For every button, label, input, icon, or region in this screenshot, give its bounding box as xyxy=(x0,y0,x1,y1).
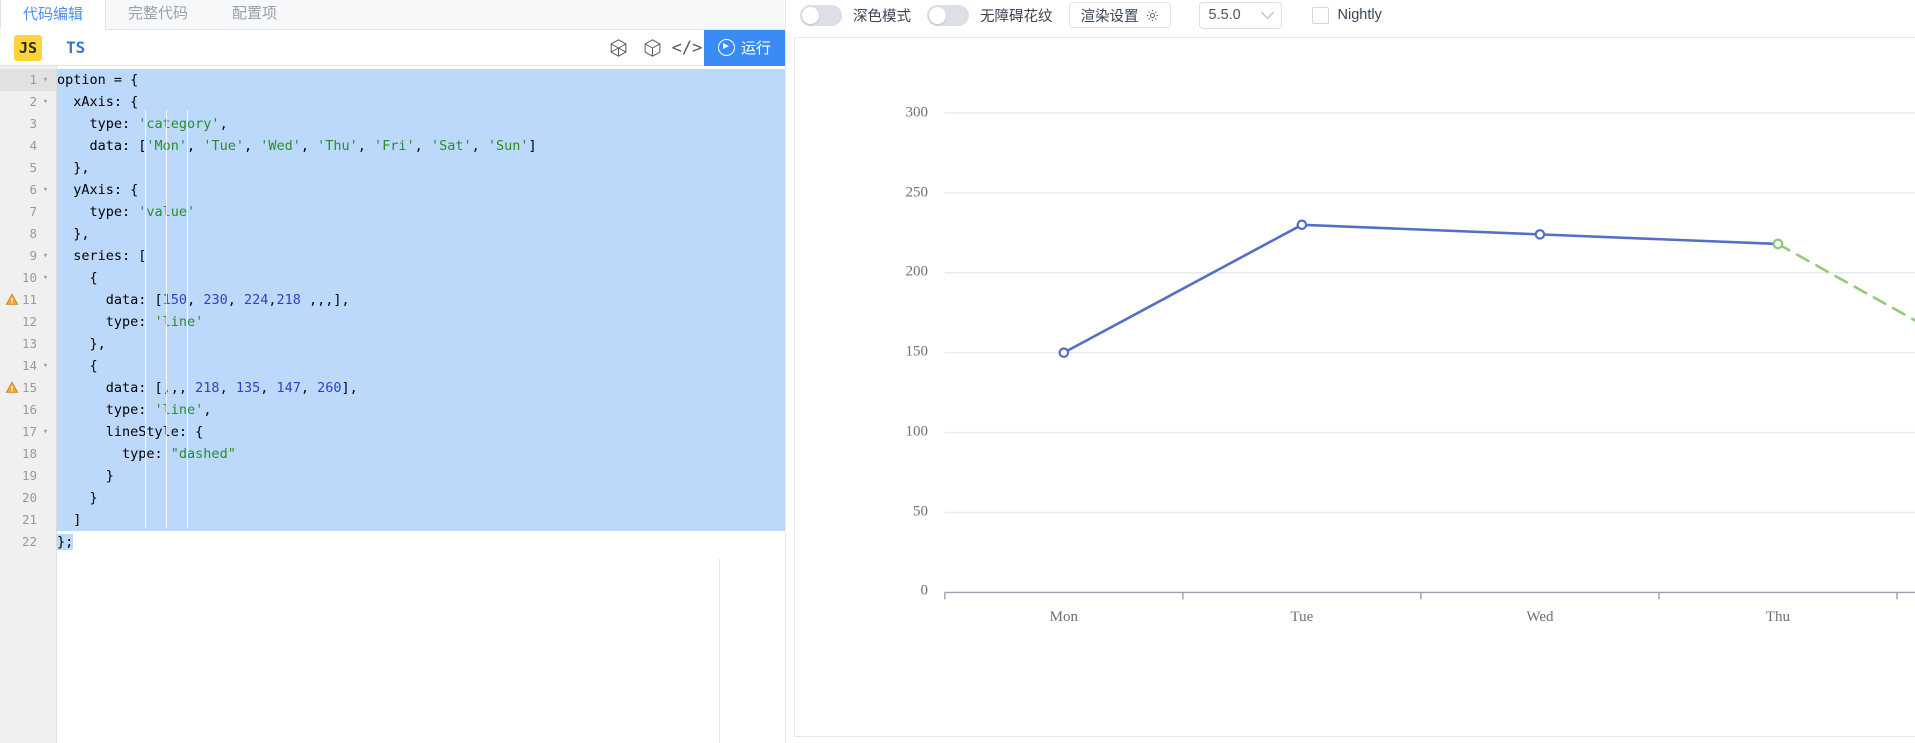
x-axis-tick-label: Wed xyxy=(1526,609,1553,626)
series-line xyxy=(1064,225,1778,353)
chart-container: 050100150200250300MonTueWedThuFriSatSun … xyxy=(794,37,1915,737)
data-point-marker[interactable] xyxy=(1774,240,1782,248)
line-number: 21▾ xyxy=(0,509,56,531)
line-number: 7▾ xyxy=(0,201,56,223)
version-value: 5.5.0 xyxy=(1209,7,1241,23)
line-chart xyxy=(795,38,1915,737)
data-point-marker[interactable] xyxy=(1298,221,1306,229)
editor-toolbar: JS TS </> 运行 xyxy=(0,30,785,66)
render-settings-label: 渲染设置 xyxy=(1081,5,1139,26)
render-settings-button[interactable]: 渲染设置 xyxy=(1069,2,1171,28)
indent-guide xyxy=(145,110,146,528)
tab-code-editor[interactable]: 代码编辑 xyxy=(0,0,106,30)
line-number: 9▾ xyxy=(0,245,56,267)
line-number: 17▾ xyxy=(0,421,56,443)
gear-icon xyxy=(1146,9,1159,22)
lang-js-badge[interactable]: JS xyxy=(14,35,42,61)
y-axis-tick-label: 250 xyxy=(850,184,928,201)
run-button[interactable]: 运行 xyxy=(704,30,785,66)
nightly-checkbox[interactable] xyxy=(1312,7,1329,24)
accessibility-pattern-label: 无障碍花纹 xyxy=(980,5,1053,26)
line-number: 5▾ xyxy=(0,157,56,179)
lang-ts-button[interactable]: TS xyxy=(66,38,85,57)
editor-pane: 代码编辑 完整代码 配置项 JS TS < xyxy=(0,0,786,743)
line-number: 11▾ xyxy=(0,289,56,311)
x-axis-tick-label: Thu xyxy=(1766,609,1790,626)
tab-options[interactable]: 配置项 xyxy=(210,0,299,29)
play-icon xyxy=(718,39,735,56)
data-point-marker[interactable] xyxy=(1060,348,1068,356)
line-number: 20▾ xyxy=(0,487,56,509)
indent-guide xyxy=(187,110,188,528)
version-select[interactable]: 5.5.0 xyxy=(1199,2,1282,29)
editor-tabs: 代码编辑 完整代码 配置项 xyxy=(0,0,785,30)
y-axis-tick-label: 0 xyxy=(850,583,928,600)
line-number: 3▾ xyxy=(0,113,56,135)
code-brackets-icon[interactable]: </> xyxy=(670,31,704,65)
code-brackets-glyph: </> xyxy=(672,38,703,58)
x-axis-tick-label: Mon xyxy=(1050,609,1078,626)
y-axis-tick-label: 50 xyxy=(850,503,928,520)
dark-mode-toggle[interactable] xyxy=(800,5,842,26)
chevron-down-icon xyxy=(1261,6,1274,19)
y-axis-tick-label: 100 xyxy=(850,423,928,440)
code-line[interactable]: }; xyxy=(57,531,785,553)
code-content[interactable]: option = { xAxis: { type: 'category', da… xyxy=(57,66,785,743)
cube-wireframe-icon[interactable] xyxy=(602,31,636,65)
line-number: 8▾ xyxy=(0,223,56,245)
line-number: 2▾ xyxy=(0,91,56,113)
run-button-label: 运行 xyxy=(741,37,771,58)
tab-full-code[interactable]: 完整代码 xyxy=(106,0,210,29)
accessibility-pattern-toggle[interactable] xyxy=(927,5,969,26)
preview-pane: 深色模式 无障碍花纹 渲染设置 5.5.0 Nightly 0 50 100 150 2… xyxy=(786,0,1915,743)
line-number: 13▾ xyxy=(0,333,56,355)
line-number: 16▾ xyxy=(0,399,56,421)
nightly-label: Nightly xyxy=(1338,7,1382,23)
code-editor[interactable]: 1▾2▾3▾4▾5▾6▾7▾8▾9▾10▾11▾12▾13▾14▾15▾16▾1… xyxy=(0,66,785,743)
y-axis-tick-label: 200 xyxy=(850,264,928,281)
series-line xyxy=(1778,177,1915,377)
line-number: 15▾ xyxy=(0,377,56,399)
y-axis-tick-label: 300 xyxy=(850,104,928,121)
line-number: 1▾ xyxy=(0,69,56,91)
line-number: 18▾ xyxy=(0,443,56,465)
line-number: 12▾ xyxy=(0,311,56,333)
y-axis-tick-label: 150 xyxy=(850,344,928,361)
indent-guide xyxy=(166,110,167,528)
preview-toolbar: 深色模式 无障碍花纹 渲染设置 5.5.0 Nightly xyxy=(786,0,1915,30)
line-number: 19▾ xyxy=(0,465,56,487)
line-number: 22▾ xyxy=(0,531,56,553)
line-number: 4▾ xyxy=(0,135,56,157)
cube-icon[interactable] xyxy=(636,31,670,65)
line-number: 10▾ xyxy=(0,267,56,289)
line-number: 6▾ xyxy=(0,179,56,201)
data-point-marker[interactable] xyxy=(1536,230,1544,238)
editor-split-divider[interactable] xyxy=(719,559,720,743)
dark-mode-label: 深色模式 xyxy=(853,5,911,26)
x-axis-tick-label: Tue xyxy=(1290,609,1313,626)
line-number-gutter: 1▾2▾3▾4▾5▾6▾7▾8▾9▾10▾11▾12▾13▾14▾15▾16▾1… xyxy=(0,66,57,743)
code-line[interactable]: option = { xyxy=(57,69,785,91)
echarts-playground: 代码编辑 完整代码 配置项 JS TS < xyxy=(0,0,1915,743)
line-number: 14▾ xyxy=(0,355,56,377)
